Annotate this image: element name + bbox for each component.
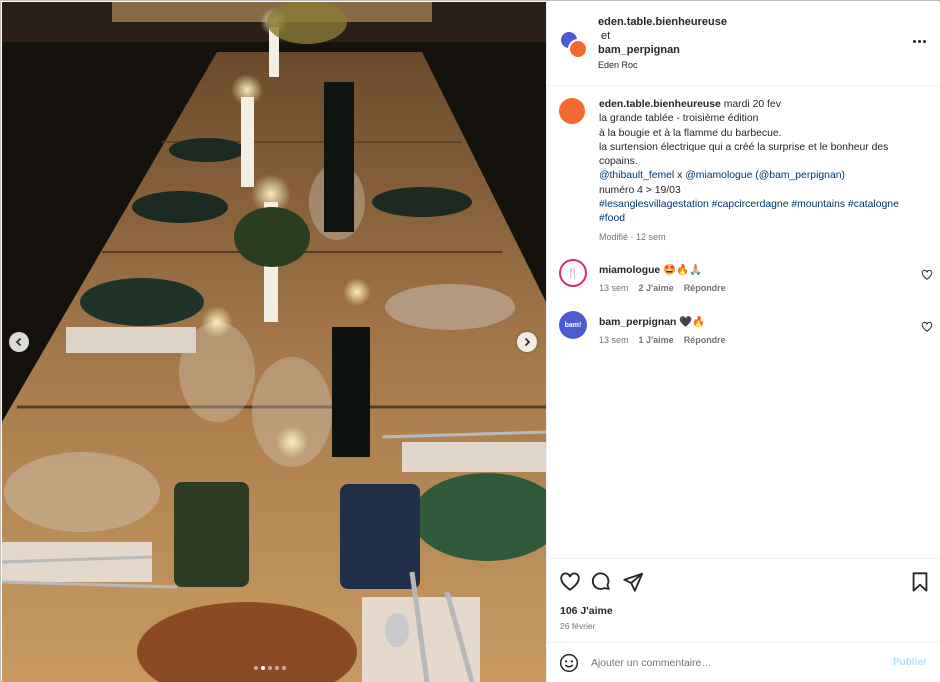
heart-icon[interactable] [559,571,581,593]
carousel-indicator [254,666,286,670]
reply-button[interactable]: Répondre [684,335,726,345]
next-photo-button[interactable] [517,332,537,352]
caption-close-paren: ) [841,170,845,182]
chevron-right-icon [524,337,531,347]
caption-line: la surtension électrique qui a créé la s… [599,141,889,168]
comment: 🍴 miamologue 🤩🔥🙏🏼 13 sem 2 J'aime Répond… [559,259,933,295]
more-options-icon[interactable] [909,34,929,48]
share-icon[interactable] [622,571,644,593]
comment-body: 🖤🔥 [679,317,706,328]
carousel-dot [275,666,279,670]
carousel-dot [268,666,272,670]
hashtag-link[interactable]: #catalogne [848,199,899,210]
hashtag-link[interactable]: #mountains [791,199,845,210]
comment-icon[interactable] [590,571,612,593]
comment-likes[interactable]: 1 J'aime [639,335,674,345]
add-comment-bar: Publier [547,642,940,682]
emoji-icon[interactable] [559,653,579,673]
collab-avatars[interactable] [559,30,589,60]
caption-date: mardi 20 fev [723,99,781,110]
post-side-panel: eden.table.bienheureuse et bam_perpignan… [546,2,940,682]
hashtag-link[interactable]: #capcircerdagne [712,199,789,210]
edited-label: Modifié [599,232,629,242]
post-photo [2,2,546,682]
caption-line: à la bougie et à la flamme du barbecue. [599,127,782,139]
comment-meta: 13 sem 2 J'aime Répondre [599,283,726,293]
heart-icon[interactable] [921,269,933,281]
caption-x: x [677,170,683,182]
post-date: 26 février [560,621,596,631]
collab-joiner: et [601,30,611,42]
previous-photo-button[interactable] [9,332,29,352]
carousel-dot [282,666,286,670]
meta-separator: · [630,232,634,242]
comment-age: 13 sem [599,335,629,345]
table-photo-illustration [2,2,546,682]
publish-button[interactable]: Publier [893,657,927,668]
avatar[interactable]: bam! [559,311,587,339]
comment-username[interactable]: miamologue [599,265,660,276]
comment-text: bam_perpignan 🖤🔥 [599,315,705,328]
avatar[interactable]: 🍴 [559,259,587,287]
avatar[interactable] [559,98,585,124]
author-username[interactable]: eden.table.bienheureuse [598,16,727,28]
caption-age: 12 sem [636,232,666,242]
mention-link[interactable]: (@bam_perpignan [755,170,841,181]
comment-meta: 13 sem 1 J'aime Répondre [599,335,726,345]
comment: bam! bam_perpignan 🖤🔥 13 sem 1 J'aime Ré… [559,311,933,347]
caption-meta: Modifié · 12 sem [599,232,666,242]
post-header: eden.table.bienheureuse et bam_perpignan… [547,2,940,86]
carousel-dot-active [261,666,265,670]
chevron-left-icon [15,337,22,347]
post-actions: 106 J'aime 26 février [547,558,940,642]
caption-username[interactable]: eden.table.bienheureuse [599,99,721,110]
post-modal: eden.table.bienheureuse et bam_perpignan… [0,0,940,682]
comment-body: 🤩🔥🙏🏼 [663,265,702,276]
caption-line: la grande tablée - troisième édition [599,113,759,125]
avatar [568,39,588,59]
comment-username[interactable]: bam_perpignan [599,317,676,328]
mention-link[interactable]: @thibault_femel [599,170,674,181]
caption-text: eden.table.bienheureuse mardi 20 fev la … [599,98,929,227]
caption-line: numéro 4 > 19/03 [599,184,681,196]
comment-age: 13 sem [599,283,629,293]
hashtag-link[interactable]: #lesanglesvillagestation [599,199,709,210]
carousel-dot [254,666,258,670]
comment-text: miamologue 🤩🔥🙏🏼 [599,263,702,276]
likes-count[interactable]: 106 J'aime [560,605,613,617]
hashtag-link[interactable]: #food [599,213,625,224]
collab-username[interactable]: bam_perpignan [598,44,680,56]
heart-icon[interactable] [921,321,933,333]
location-link[interactable]: Eden Roc [598,60,638,70]
bookmark-icon[interactable] [909,571,931,593]
reply-button[interactable]: Répondre [684,283,726,293]
comment-likes[interactable]: 2 J'aime [639,283,674,293]
mention-link[interactable]: @miamologue [685,170,752,181]
comment-input[interactable] [591,653,881,673]
